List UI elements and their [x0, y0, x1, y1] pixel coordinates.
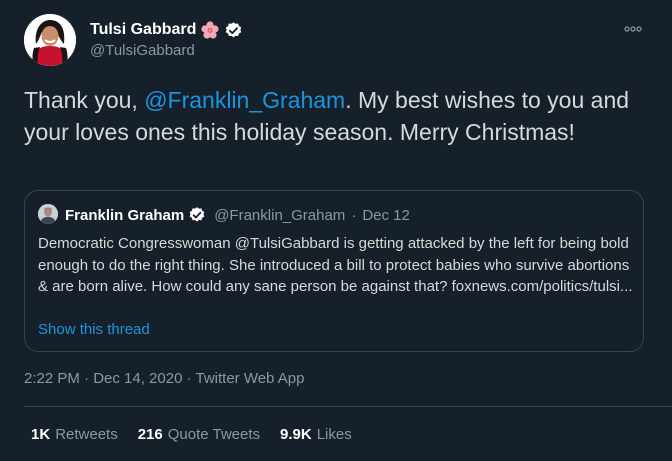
likes-label: Likes: [316, 426, 352, 443]
retweets-count: 1K: [31, 426, 51, 443]
quoted-tweet[interactable]: Franklin Graham @Franklin_Graham · Dec 1…: [24, 190, 644, 352]
author-handle[interactable]: @TulsiGabbard: [90, 42, 195, 59]
quoted-display-name: Franklin Graham: [65, 206, 185, 224]
quote-tweets-count: 216: [137, 426, 163, 443]
hibiscus-icon: [201, 21, 219, 39]
author-avatar[interactable]: [24, 14, 76, 66]
mention-link[interactable]: @Franklin_Graham: [144, 87, 345, 113]
tweet-text: Thank you, @Franklin_Graham. My best wis…: [24, 84, 654, 148]
author-name-row: Tulsi Gabbard: [90, 19, 243, 41]
quoted-verified-badge-icon: [188, 206, 206, 224]
engagement-stats: 1K Retweets 216 Quote Tweets 9.9K Likes: [31, 426, 372, 443]
likes-stat[interactable]: 9.9K Likes: [280, 426, 352, 443]
quoted-handle: @Franklin_Graham: [214, 206, 346, 224]
quote-tweets-stat[interactable]: 216 Quote Tweets: [138, 426, 260, 443]
more-options-icon[interactable]: [618, 16, 648, 42]
quoted-separator: ·: [351, 206, 357, 224]
quoted-header: Franklin Graham @Franklin_Graham · Dec 1…: [65, 204, 410, 226]
tweet-timestamp[interactable]: 2:22 PM · Dec 14, 2020 · Twitter Web App: [24, 370, 304, 387]
author-display-name[interactable]: Tulsi Gabbard: [90, 21, 196, 39]
quoted-body: Democratic Congresswoman @TulsiGabbard i…: [38, 235, 633, 295]
quote-tweets-label: Quote Tweets: [167, 426, 261, 443]
tweet-card: Tulsi Gabbard @TulsiGabbard Thank you, @…: [0, 0, 672, 461]
quoted-author-avatar: [38, 204, 58, 224]
show-thread-link[interactable]: Show this thread: [38, 321, 150, 338]
retweets-label: Retweets: [55, 426, 118, 443]
quoted-date: Dec 12: [362, 206, 410, 224]
likes-count: 9.9K: [280, 426, 312, 443]
verified-badge-icon: [224, 21, 243, 40]
divider: [24, 406, 672, 407]
retweets-stat[interactable]: 1K Retweets: [31, 426, 118, 443]
tweet-text-start: Thank you,: [24, 87, 145, 113]
